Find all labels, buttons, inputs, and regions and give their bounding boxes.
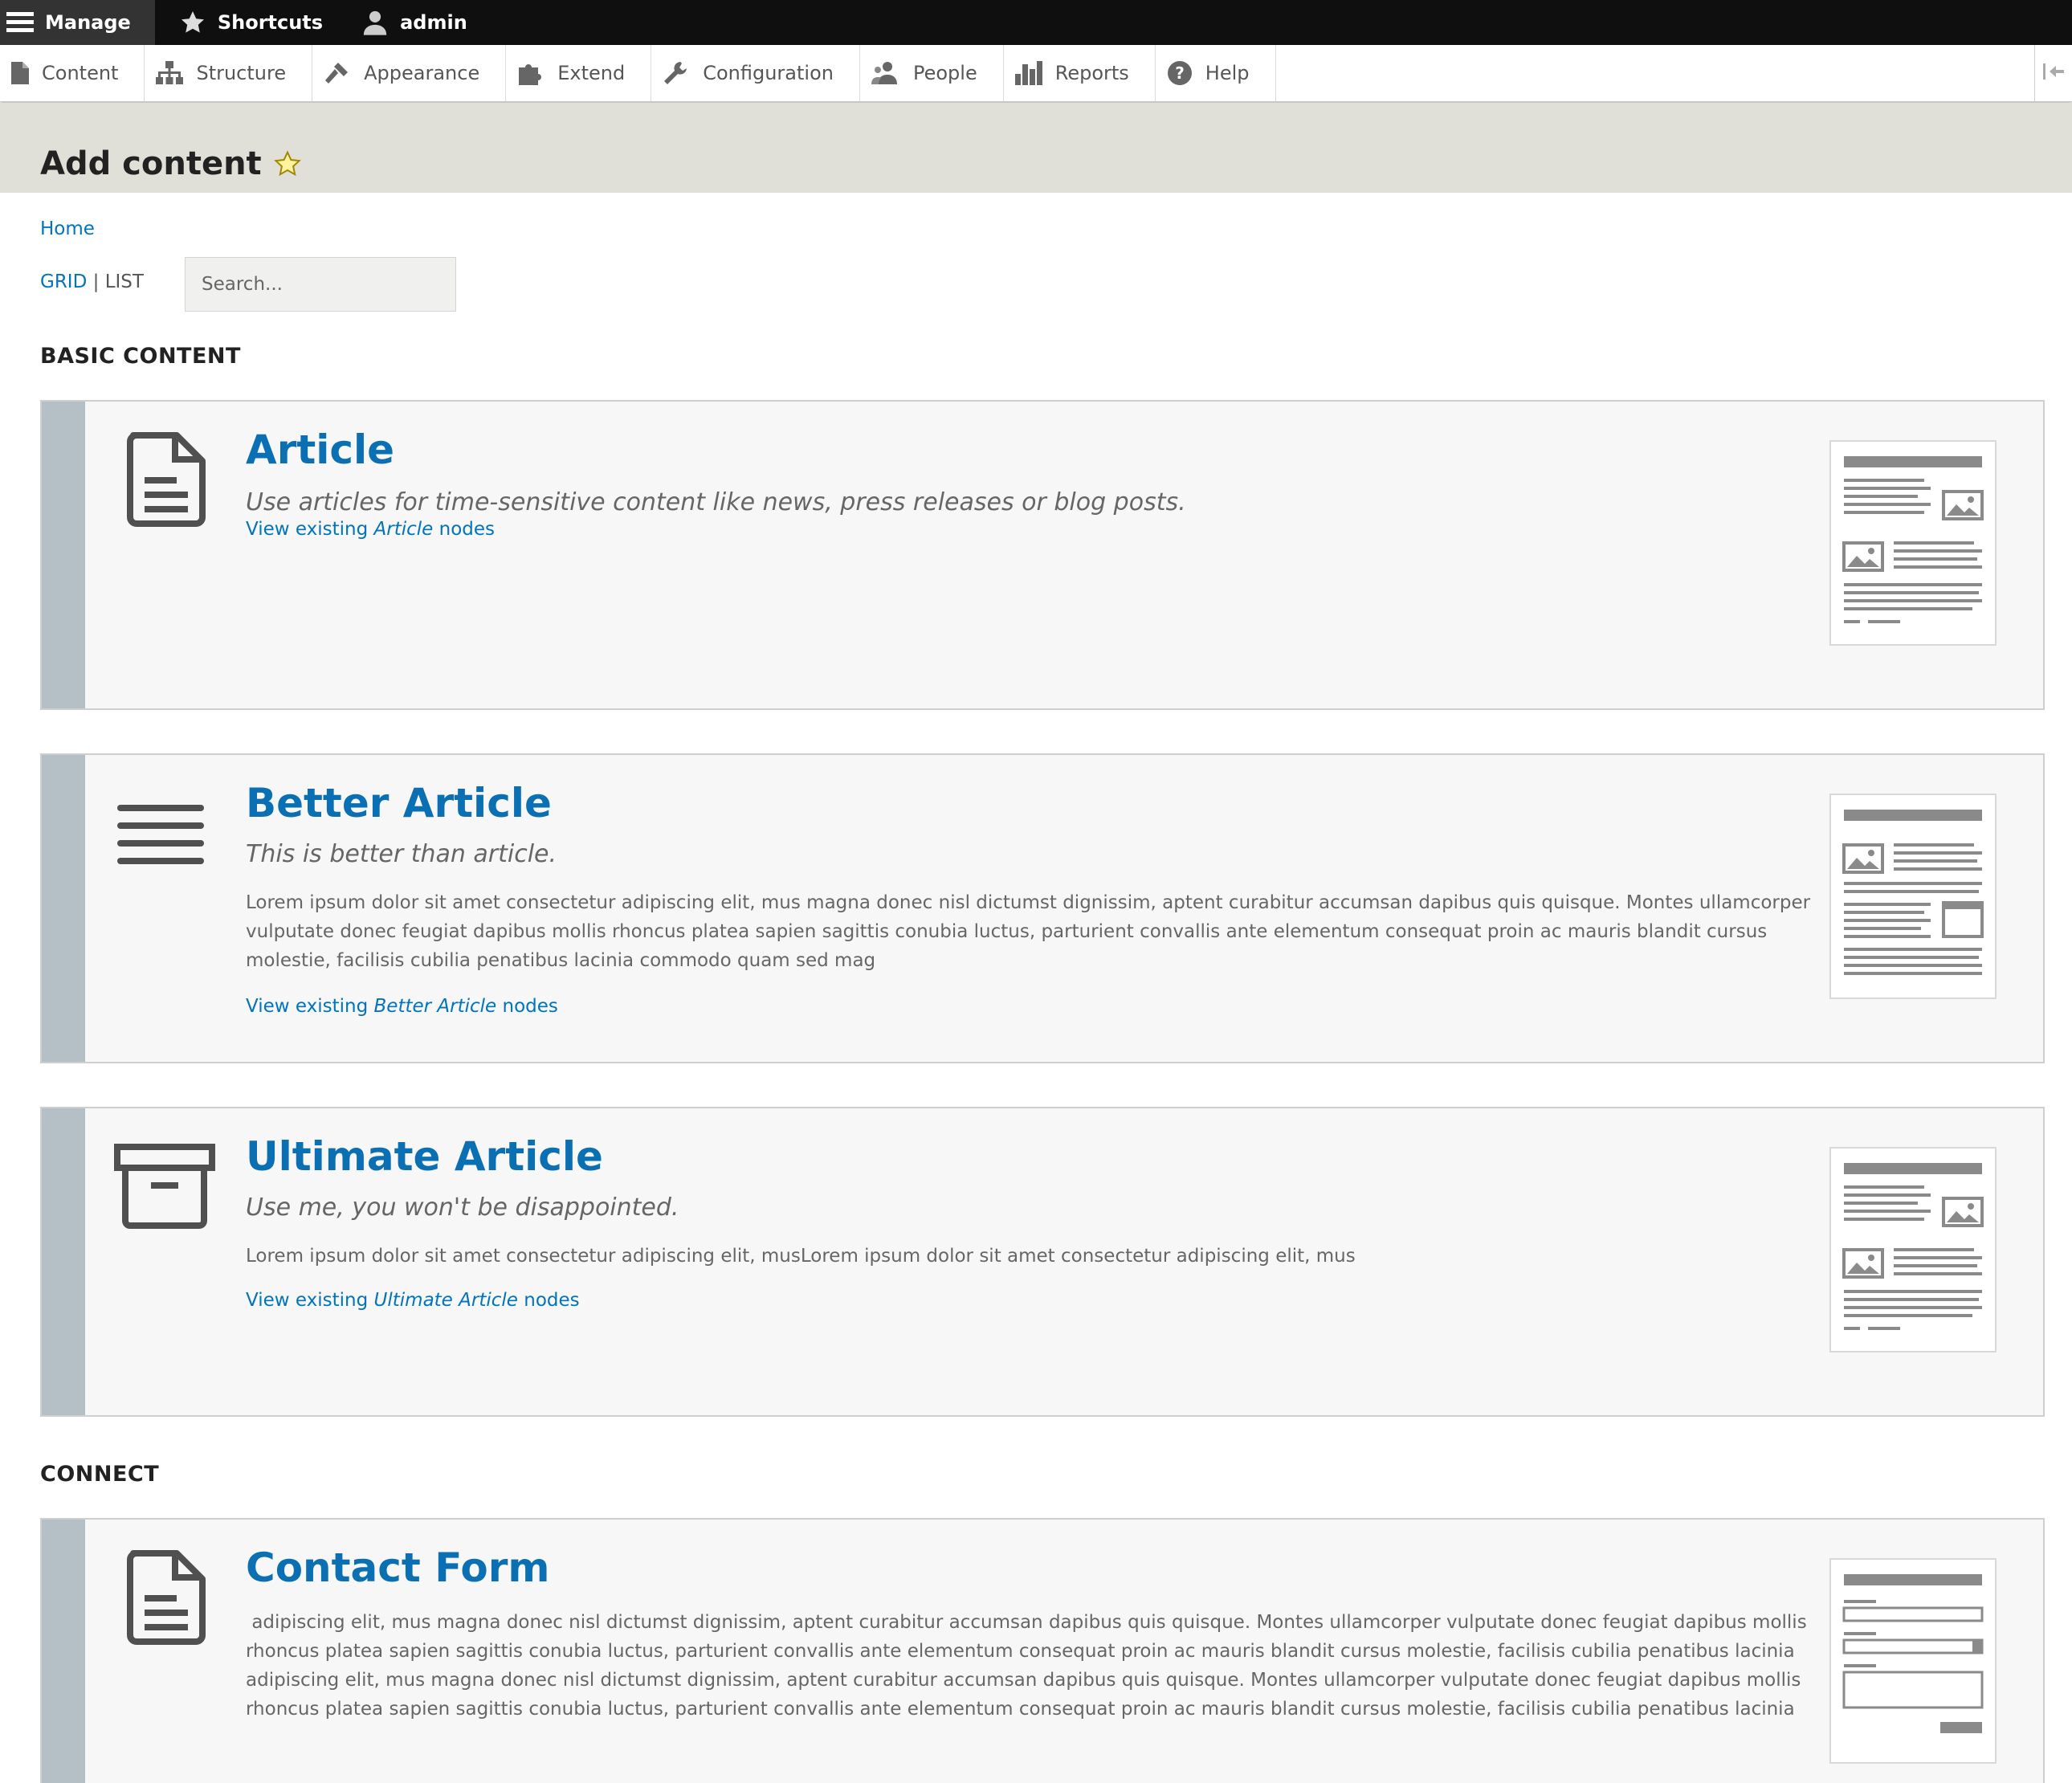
document-icon: [127, 1550, 206, 1648]
view-existing-link[interactable]: View existing Better Article nodes: [246, 996, 558, 1017]
tray-item-people[interactable]: People: [860, 45, 1004, 101]
collapse-left-icon: [2043, 62, 2064, 84]
link-type: Ultimate Article: [373, 1290, 518, 1311]
tray-item-label: Content: [42, 62, 119, 84]
section-title-basic-content: BASIC CONTENT: [40, 344, 241, 369]
paintbrush-icon: [324, 61, 351, 85]
content-type-card-article[interactable]: Article Use articles for time-sensitive …: [40, 400, 2045, 710]
people-icon: [871, 60, 900, 86]
card-title[interactable]: Better Article: [246, 779, 552, 827]
card-description: Lorem ipsum dolor sit amet consectetur a…: [246, 1246, 1356, 1267]
contact-form-preview-thumbnail: [1829, 1558, 1997, 1764]
view-existing-link[interactable]: View existing Ultimate Article nodes: [246, 1290, 580, 1311]
article-preview-thumbnail: [1829, 440, 1997, 646]
tray-item-reports[interactable]: Reports: [1004, 45, 1156, 101]
card-stripe: [42, 402, 85, 708]
tray-orientation-toggle[interactable]: [2034, 45, 2072, 101]
page-title: Add content: [40, 143, 302, 185]
star-icon: [179, 10, 206, 35]
link-suffix: nodes: [502, 996, 558, 1017]
wrench-icon: [663, 60, 690, 86]
link-prefix: View existing: [246, 519, 369, 540]
breadcrumb: Home: [40, 218, 95, 239]
list-view-link[interactable]: LIST: [105, 271, 144, 292]
shortcut-star-icon[interactable]: [273, 150, 302, 177]
better-article-preview-thumbnail: [1829, 794, 1997, 999]
ultimate-article-preview-thumbnail: [1829, 1147, 1997, 1353]
align-justify-icon: [117, 803, 204, 871]
view-existing-link[interactable]: View existing Article nodes: [246, 519, 495, 540]
card-title[interactable]: Article: [246, 426, 394, 474]
card-stripe: [42, 1520, 85, 1783]
content-type-card-ultimate-article[interactable]: Ultimate Article Use me, you won't be di…: [40, 1107, 2045, 1417]
card-subtitle: Use me, you won't be disappointed.: [246, 1193, 679, 1222]
card-description: adipiscing elit, mus magna donec nisl di…: [246, 1612, 1813, 1720]
card-title[interactable]: Ultimate Article: [246, 1132, 603, 1181]
section-title-connect: CONNECT: [40, 1462, 160, 1487]
link-prefix: View existing: [246, 996, 369, 1017]
svg-text:?: ?: [1175, 63, 1185, 83]
card-stripe: [42, 755, 85, 1062]
link-type: Article: [373, 519, 434, 540]
file-icon: [11, 62, 29, 84]
user-tab[interactable]: admin: [345, 0, 490, 45]
grid-view-link[interactable]: GRID: [40, 271, 87, 292]
user-icon: [361, 9, 389, 36]
bar-chart-icon: [1014, 61, 1042, 85]
card-subtitle: Use articles for time-sensitive content …: [246, 488, 1186, 516]
tray-item-content[interactable]: Content: [0, 45, 145, 101]
tray-item-label: Structure: [196, 62, 287, 84]
link-suffix: nodes: [524, 1290, 580, 1311]
tray-item-structure[interactable]: Structure: [145, 45, 313, 101]
tray-item-label: Appearance: [364, 62, 480, 84]
tray-item-help[interactable]: ? Help: [1156, 45, 1276, 101]
page-title-text: Add content: [40, 145, 262, 182]
puzzle-icon: [517, 61, 545, 85]
tray-item-extend[interactable]: Extend: [506, 45, 652, 101]
tray-item-label: Configuration: [703, 62, 834, 84]
user-label: admin: [400, 11, 467, 34]
link-type: Better Article: [373, 996, 497, 1017]
tray-item-label: People: [912, 62, 977, 84]
link-suffix: nodes: [438, 519, 496, 540]
tray-item-label: Reports: [1054, 62, 1129, 84]
link-prefix: View existing: [246, 1290, 369, 1311]
view-separator: |: [92, 271, 100, 292]
archive-icon: [114, 1144, 215, 1232]
admin-toolbar: Manage Shortcuts admin: [0, 0, 2072, 45]
manage-tab[interactable]: Manage: [0, 0, 155, 45]
page-header: [0, 103, 2072, 193]
tray-item-appearance[interactable]: Appearance: [312, 45, 507, 101]
help-icon: ?: [1167, 60, 1193, 86]
shortcuts-tab[interactable]: Shortcuts: [155, 0, 345, 45]
search-input[interactable]: [185, 257, 456, 312]
content-type-card-contact-form[interactable]: Contact Form adipiscing elit, mus magna …: [40, 1518, 2045, 1783]
tray-item-label: Help: [1205, 62, 1250, 84]
tray-item-configuration[interactable]: Configuration: [651, 45, 860, 101]
card-subtitle: This is better than article.: [246, 840, 557, 868]
card-title[interactable]: Contact Form: [246, 1544, 549, 1592]
card-description: Lorem ipsum dolor sit amet consectetur a…: [246, 892, 1811, 971]
view-toggle: GRID | LIST: [40, 271, 144, 292]
tray-item-label: Extend: [557, 62, 626, 84]
card-stripe: [42, 1108, 85, 1415]
hamburger-icon: [6, 10, 34, 35]
content-type-card-better-article[interactable]: Better Article This is better than artic…: [40, 753, 2045, 1063]
manage-label: Manage: [45, 11, 131, 34]
breadcrumb-home-link[interactable]: Home: [40, 218, 95, 239]
shortcuts-label: Shortcuts: [217, 11, 324, 34]
admin-tray: Content Structure Appearance Extend Conf…: [0, 45, 2072, 102]
document-icon: [127, 432, 206, 530]
sitemap-icon: [156, 61, 184, 85]
